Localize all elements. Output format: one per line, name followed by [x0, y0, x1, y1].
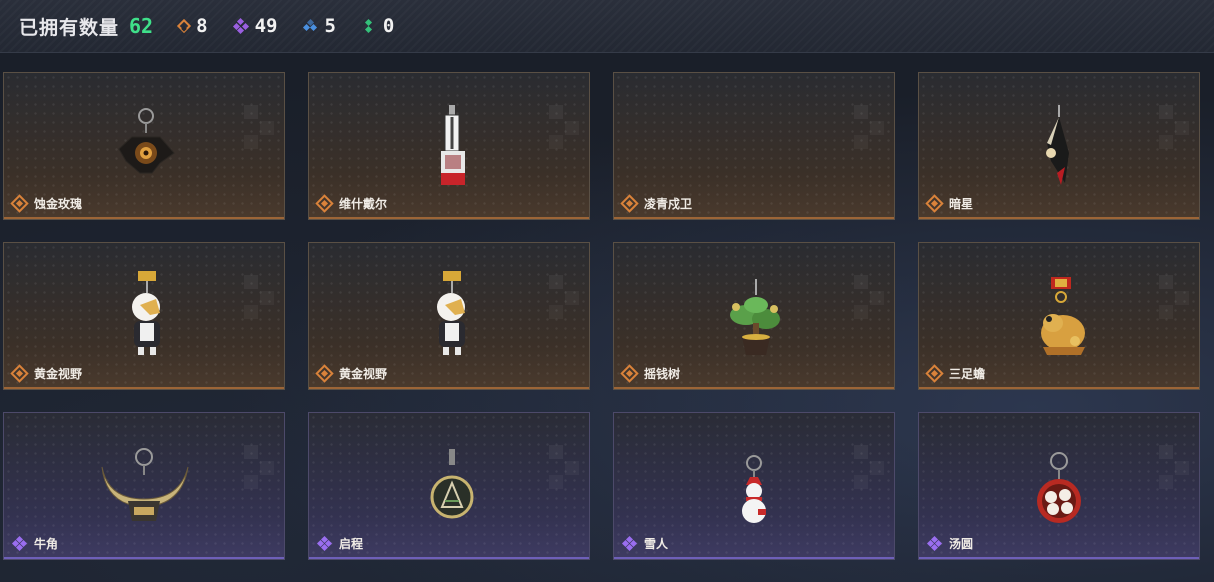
charm-card[interactable]: 牛角 — [3, 412, 285, 560]
stat-purple-count: 49 — [254, 15, 278, 37]
orange-rarity-icon — [10, 194, 29, 213]
purple-rarity-icon — [926, 535, 943, 552]
rarity-line — [309, 387, 589, 389]
orange-diamond-icon — [177, 18, 192, 34]
charm-card[interactable]: 暗星 — [918, 72, 1200, 220]
charm-card[interactable]: 蚀金玫瑰 — [3, 72, 285, 220]
rarity-line — [919, 557, 1199, 559]
rarity-line — [614, 217, 894, 219]
charm-card[interactable]: 黄金视野 — [308, 242, 590, 390]
orange-rarity-icon — [10, 364, 29, 383]
orange-rarity-icon — [315, 194, 334, 213]
rarity-line — [614, 387, 894, 389]
charm-name: 摇钱树 — [644, 367, 681, 381]
owned-count-label: 已拥有数量 — [19, 16, 120, 39]
stat-green-count: 0 — [382, 15, 395, 37]
purple-rarity-icon — [621, 535, 638, 552]
orange-rarity-icon — [315, 364, 334, 383]
rarity-line — [309, 557, 589, 559]
rarity-line — [4, 557, 284, 559]
rarity-line — [4, 387, 284, 389]
purple-rarity-icon — [11, 535, 28, 552]
purple-quad-diamond-icon — [232, 17, 249, 35]
blue-diamond-icon — [303, 18, 318, 33]
orange-rarity-icon — [620, 364, 639, 383]
charm-name: 维什戴尔 — [339, 197, 388, 211]
stat-blue: 5 — [303, 15, 336, 37]
charm-name: 暗星 — [949, 197, 974, 211]
charm-card[interactable]: 汤圆 — [918, 412, 1200, 560]
rarity-line — [919, 217, 1199, 219]
owned-count-total: 62 — [129, 14, 154, 38]
charm-name: 黄金视野 — [339, 367, 388, 381]
stat-green: 0 — [362, 15, 394, 37]
charm-card[interactable]: 摇钱树 — [613, 242, 895, 390]
rarity-line — [614, 557, 894, 559]
charm-card[interactable]: 启程 — [308, 412, 590, 560]
charm-card[interactable]: 维什戴尔 — [308, 72, 590, 220]
stat-blue-count: 5 — [324, 15, 336, 37]
charm-name: 启程 — [339, 537, 364, 551]
charm-name: 汤圆 — [949, 537, 974, 551]
charm-name: 雪人 — [644, 537, 669, 551]
charm-card[interactable]: 三足蟾 — [918, 242, 1200, 390]
orange-rarity-icon — [925, 194, 944, 213]
orange-rarity-icon — [620, 194, 639, 213]
stat-purple: 49 — [232, 15, 278, 37]
rarity-line — [4, 217, 284, 219]
rarity-line — [309, 217, 589, 219]
charm-name: 凌青戍卫 — [644, 197, 693, 211]
charm-name: 蚀金玫瑰 — [34, 197, 83, 211]
orange-rarity-icon — [925, 364, 944, 383]
green-diamond-icon — [362, 18, 376, 34]
charm-name: 牛角 — [34, 537, 59, 551]
inventory-header: 已拥有数量 62 8 49 5 0 — [0, 0, 1214, 53]
charm-card[interactable]: 黄金视野 — [3, 242, 285, 390]
stat-orange-count: 8 — [196, 15, 208, 37]
charm-name: 黄金视野 — [34, 367, 83, 381]
charm-card[interactable]: 凌青戍卫 — [613, 72, 895, 220]
charm-card[interactable]: 雪人 — [613, 412, 895, 560]
stat-orange: 8 — [177, 15, 208, 37]
charm-name: 三足蟾 — [949, 367, 986, 381]
purple-rarity-icon — [316, 535, 333, 552]
rarity-line — [919, 387, 1199, 389]
